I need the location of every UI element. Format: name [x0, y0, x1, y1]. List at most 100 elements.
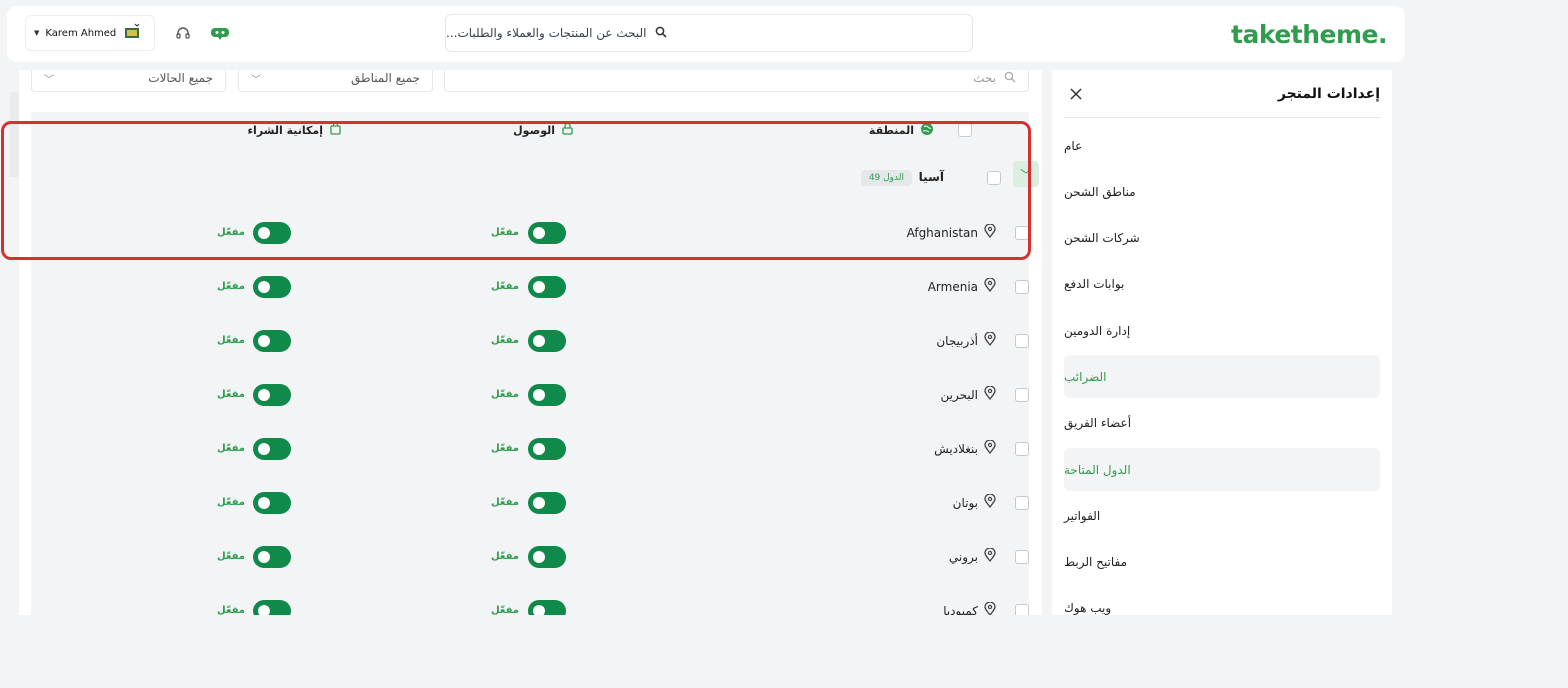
user-menu[interactable]: ▼ Karem Ahmed — [25, 15, 155, 51]
settings-menu-label: أعضاء الفريق — [1064, 416, 1132, 431]
country-checkbox[interactable] — [1015, 496, 1029, 510]
status-select[interactable]: جميع الحالات ﹀ — [31, 70, 226, 92]
region-group-row[interactable]: ﹀ آسيا 49 الدول — [31, 148, 1039, 204]
settings-menu-label: عام — [1064, 138, 1083, 153]
search-icon — [1004, 71, 1016, 86]
purchase-toggle[interactable] — [253, 384, 291, 406]
purchase-toggle[interactable] — [253, 546, 291, 568]
access-toggle[interactable] — [528, 546, 566, 568]
country-name: بنغلاديش — [934, 441, 978, 456]
settings-menu-label: بوابات الدفع — [1064, 277, 1125, 292]
settings-menu-item[interactable]: شركات الشحن — [1064, 217, 1380, 260]
access-toggle[interactable] — [528, 384, 566, 406]
table-row: Afghanistan مفعّل مفعّل — [31, 206, 1029, 260]
select-all-checkbox[interactable] — [958, 123, 972, 137]
chevron-down-icon: ﹀ — [251, 74, 261, 86]
settings-menu-item[interactable]: الفواتير — [1064, 494, 1380, 537]
purchase-status-label: مفعّل — [217, 227, 245, 238]
settings-menu-label: مفاتيح الربط — [1064, 555, 1128, 570]
access-status-label: مفعّل — [491, 335, 519, 346]
settings-menu-label: ويب هوك — [1064, 601, 1112, 615]
settings-menu-item[interactable]: عام — [1064, 124, 1380, 167]
purchase-status-label: مفعّل — [217, 605, 245, 615]
table-row: بنغلاديش مفعّل مفعّل — [31, 422, 1029, 476]
purchase-toggle[interactable] — [253, 492, 291, 514]
access-header-label: الوصول — [513, 123, 555, 137]
purchase-toggle[interactable] — [253, 276, 291, 298]
group-checkbox[interactable] — [987, 171, 1001, 185]
purchase-status-label: مفعّل — [217, 497, 245, 508]
settings-menu-item[interactable]: إدارة الدومين — [1064, 309, 1380, 352]
settings-menu-item[interactable]: بوابات الدفع — [1064, 263, 1380, 306]
country-checkbox[interactable] — [1015, 226, 1029, 240]
purchase-status-label: مفعّل — [217, 281, 245, 292]
gift-icon[interactable] — [209, 22, 231, 42]
support-headset-icon[interactable] — [173, 24, 193, 44]
column-header-purchase: إمكانية الشراء — [247, 122, 342, 138]
shopping-bag-icon — [329, 122, 342, 138]
search-placeholder: البحث عن المنتجات والعملاء والطلبات... — [446, 26, 647, 40]
settings-menu-item[interactable]: أعضاء الفريق — [1064, 402, 1380, 445]
chevron-down-icon: ﹀ — [44, 74, 54, 86]
access-status-label: مفعّل — [491, 227, 519, 238]
country-name-cell: Afghanistan — [907, 223, 996, 241]
access-toggle[interactable] — [528, 438, 566, 460]
expand-chevron-button[interactable]: ﹀ — [1013, 161, 1039, 187]
access-status-label: مفعّل — [491, 551, 519, 562]
settings-menu-label: شركات الشحن — [1064, 231, 1140, 246]
settings-menu-item[interactable]: مفاتيح الربط — [1064, 541, 1380, 584]
country-name-cell: بنغلاديش — [934, 439, 996, 457]
country-name: بوتان — [952, 495, 978, 510]
store-avatar-icon — [122, 23, 142, 44]
country-name: أذربيجان — [936, 333, 978, 348]
purchase-toggle[interactable] — [253, 438, 291, 460]
access-toggle[interactable] — [528, 276, 566, 298]
search-icon — [655, 26, 667, 41]
brand-logo[interactable]: taketheme. — [1231, 18, 1387, 50]
chevron-down-icon: ▼ — [34, 29, 40, 37]
country-name-cell: Armenia — [928, 277, 996, 295]
country-checkbox[interactable] — [1015, 550, 1029, 564]
settings-menu-item[interactable]: الضرائب — [1064, 355, 1380, 399]
country-checkbox[interactable] — [1015, 334, 1029, 348]
settings-menu-item[interactable]: الدول المتاحة — [1064, 448, 1380, 492]
countries-search-input[interactable]: بحث — [444, 70, 1029, 92]
access-status-label: مفعّل — [491, 497, 519, 508]
countries-panel: بحث جميع المناطق ﹀ جميع الحالات ﹀ المنطق… — [19, 70, 1042, 615]
settings-title: إعدادات المتجر — [1277, 86, 1380, 102]
country-checkbox[interactable] — [1015, 280, 1029, 294]
map-pin-icon — [984, 439, 996, 457]
country-checkbox[interactable] — [1015, 388, 1029, 402]
country-name: كمبوديا — [943, 603, 978, 616]
purchase-status-label: مفعّل — [217, 335, 245, 346]
country-name: البحرين — [940, 387, 978, 402]
settings-menu-item[interactable]: ويب هوك — [1064, 587, 1380, 615]
logo-text: taketheme — [1231, 19, 1378, 49]
settings-menu: عام مناطق الشحن شركات الشحن بوابات الدفع إدا… — [1064, 124, 1380, 615]
country-count-badge: 49 الدول — [860, 170, 912, 186]
country-checkbox[interactable] — [1015, 442, 1029, 456]
global-search-input[interactable]: البحث عن المنتجات والعملاء والطلبات... — [445, 14, 973, 52]
settings-menu-label: مناطق الشحن — [1064, 184, 1136, 199]
countries-search-label: بحث — [973, 71, 996, 85]
logo-dot: . — [1378, 19, 1388, 49]
access-toggle[interactable] — [528, 492, 566, 514]
purchase-toggle[interactable] — [253, 222, 291, 244]
settings-menu-label: الفواتير — [1064, 508, 1101, 523]
access-toggle[interactable] — [528, 222, 566, 244]
settings-menu-label: إدارة الدومين — [1064, 323, 1131, 338]
access-status-label: مفعّل — [491, 389, 519, 400]
access-toggle[interactable] — [528, 330, 566, 352]
country-checkbox[interactable] — [1015, 604, 1029, 615]
access-toggle[interactable] — [528, 600, 566, 615]
zones-select[interactable]: جميع المناطق ﹀ — [238, 70, 433, 92]
column-header-region: المنطقة — [869, 122, 934, 139]
purchase-toggle[interactable] — [253, 330, 291, 352]
settings-menu-item[interactable]: مناطق الشحن — [1064, 170, 1380, 213]
close-icon[interactable] — [1068, 86, 1084, 102]
purchase-status-label: مفعّل — [217, 389, 245, 400]
map-pin-icon — [984, 223, 996, 241]
purchase-toggle[interactable] — [253, 600, 291, 615]
table-row: بوتان مفعّل مفعّل — [31, 476, 1029, 530]
country-name-cell: البحرين — [940, 385, 996, 403]
